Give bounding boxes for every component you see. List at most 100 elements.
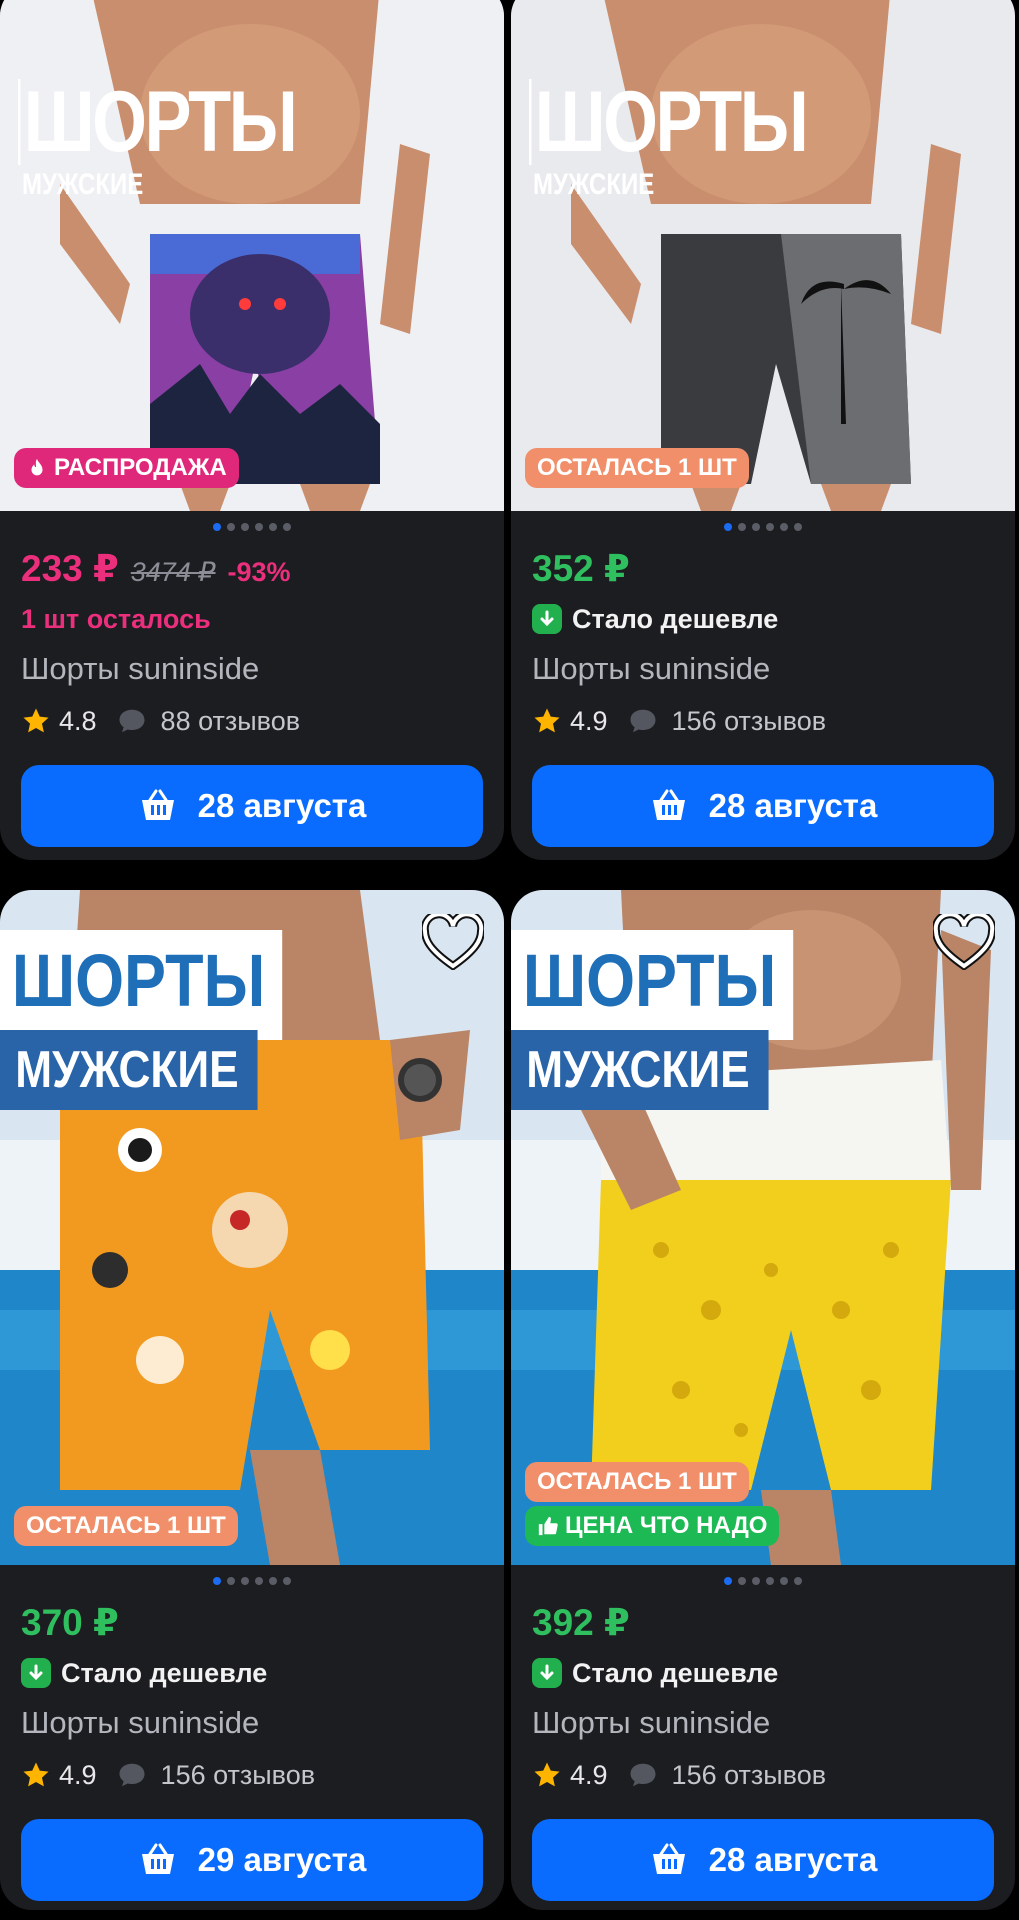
pagination-dot[interactable] (213, 1577, 221, 1585)
photo-pagination[interactable] (0, 523, 504, 533)
delivery-date: 29 августа (197, 1841, 367, 1878)
rating-row: 4.9 156 отзывов (21, 1757, 483, 1793)
pagination-dot[interactable] (269, 1577, 277, 1585)
product-card[interactable]: ШОРТЫ МУЖСКИЕ ОСТАЛАСЬ 1 ШТ ЦЕНА ЧТО НАД… (511, 890, 1015, 1910)
stock-badge: ОСТАЛАСЬ 1 ШТ (525, 1462, 749, 1502)
heart-icon[interactable] (933, 914, 995, 970)
reviews-count: 88 отзывов (160, 705, 301, 736)
good-price-badge: ЦЕНА ЧТО НАДО (525, 1506, 780, 1546)
pagination-dot[interactable] (766, 1577, 774, 1585)
reviews-count: 156 отзывов (160, 1759, 316, 1790)
fire-icon (31, 458, 43, 476)
pagination-dot[interactable] (269, 523, 277, 531)
price: 233 ₽ (21, 548, 119, 589)
delivery-date: 28 августа (708, 787, 878, 824)
price-drop-status: Стало дешевле (532, 1655, 994, 1691)
pagination-dot[interactable] (227, 1577, 235, 1585)
overlay-title: ШОРТЫ (511, 930, 794, 1040)
rating-value: 4.9 (59, 1759, 97, 1790)
product-name[interactable]: Шорты suninside (532, 1705, 994, 1745)
rating-row: 4.9 156 отзывов (532, 703, 994, 739)
pagination-dot[interactable] (283, 523, 291, 531)
arrow-down-icon (532, 604, 562, 634)
pagination-dot[interactable] (213, 523, 221, 531)
price: 352 ₽ (532, 548, 630, 589)
price-drop-status: Стало дешевле (532, 601, 994, 637)
badge-label: ОСТАЛАСЬ 1 ШТ (537, 454, 737, 481)
add-to-cart-button[interactable]: 28 августа (532, 765, 994, 847)
product-photo[interactable]: ШОРТЫ МУЖСКИЕ РАСПРОДАЖА (0, 0, 504, 511)
product-card[interactable]: ШОРТЫ МУЖСКИЕ ОСТАЛАСЬ 1 ШТ 352 ₽ Стало … (511, 0, 1015, 860)
pagination-dot[interactable] (794, 523, 802, 531)
overlay-subtitle: МУЖСКИЕ (533, 168, 655, 201)
pagination-dot[interactable] (766, 523, 774, 531)
pagination-dot[interactable] (255, 523, 263, 531)
pagination-dot[interactable] (255, 1577, 263, 1585)
status-label: Стало дешевле (572, 603, 779, 634)
chat-bubble-icon (630, 1763, 656, 1787)
product-name[interactable]: Шорты suninside (21, 651, 483, 691)
add-to-cart-button[interactable]: 28 августа (532, 1819, 994, 1901)
product-photo[interactable]: ШОРТЫ МУЖСКИЕ ОСТАЛАСЬ 1 ШТ ЦЕНА ЧТО НАД… (511, 890, 1015, 1565)
pagination-dot[interactable] (283, 1577, 291, 1585)
overlay-subtitle: МУЖСКИЕ (511, 1030, 769, 1110)
overlay-title: ШОРТЫ (0, 930, 283, 1040)
pagination-dot[interactable] (752, 1577, 760, 1585)
pagination-dot[interactable] (724, 1577, 732, 1585)
product-name[interactable]: Шорты suninside (21, 1705, 483, 1745)
product-card[interactable]: ШОРТЫ МУЖСКИЕ ОСТАЛАСЬ 1 ШТ 370 ₽ Стало … (0, 890, 504, 1910)
pagination-dot[interactable] (241, 523, 249, 531)
overlay-title: ШОРТЫ (18, 79, 298, 165)
basket-icon (141, 789, 174, 820)
photo-pagination[interactable] (511, 1577, 1015, 1587)
pagination-dot[interactable] (724, 523, 732, 531)
badge-label: ОСТАЛАСЬ 1 ШТ (26, 1512, 226, 1539)
reviews-count: 156 отзывов (671, 1759, 827, 1790)
old-price: 3474 ₽ (130, 557, 216, 587)
overlay-subtitle: МУЖСКИЕ (0, 1030, 258, 1110)
basket-icon (652, 1843, 685, 1874)
pagination-dot[interactable] (738, 523, 746, 531)
pagination-dot[interactable] (794, 1577, 802, 1585)
photo-pagination[interactable] (0, 1577, 504, 1587)
star-icon (534, 708, 560, 733)
reviews-count: 156 отзывов (671, 705, 827, 736)
price-drop-status: Стало дешевле (21, 1655, 483, 1691)
discount: -93% (227, 557, 291, 587)
star-icon (23, 1762, 49, 1787)
heart-icon[interactable] (422, 914, 484, 970)
rating-value: 4.9 (570, 1759, 608, 1790)
rating-row: 4.9 156 отзывов (532, 1757, 994, 1793)
photo-pagination[interactable] (511, 523, 1015, 533)
delivery-date: 28 августа (708, 1841, 878, 1878)
add-to-cart-button[interactable]: 28 августа (21, 765, 483, 847)
product-card[interactable]: ШОРТЫ МУЖСКИЕ РАСПРОДАЖА 233 ₽ 3474 ₽ -9… (0, 0, 504, 860)
star-icon (534, 1762, 560, 1787)
rating-value: 4.8 (59, 705, 97, 736)
pagination-dot[interactable] (780, 1577, 788, 1585)
chat-bubble-icon (119, 709, 145, 733)
pagination-dot[interactable] (227, 523, 235, 531)
rating-value: 4.9 (570, 705, 608, 736)
stock-status: 1 шт осталось (21, 603, 211, 634)
pagination-dot[interactable] (752, 523, 760, 531)
sale-badge: РАСПРОДАЖА (14, 448, 239, 488)
arrow-down-icon (532, 1658, 562, 1688)
basket-icon (141, 1843, 174, 1874)
add-to-cart-button[interactable]: 29 августа (21, 1819, 483, 1901)
product-name[interactable]: Шорты suninside (532, 651, 994, 691)
delivery-date: 28 августа (197, 787, 367, 824)
pagination-dot[interactable] (241, 1577, 249, 1585)
product-photo[interactable]: ШОРТЫ МУЖСКИЕ ОСТАЛАСЬ 1 ШТ (0, 890, 504, 1565)
pagination-dot[interactable] (780, 523, 788, 531)
stock-badge: ОСТАЛАСЬ 1 ШТ (14, 1506, 238, 1546)
rating-row: 4.8 88 отзывов (21, 703, 483, 739)
badge-label: ОСТАЛАСЬ 1 ШТ (537, 1468, 737, 1495)
badge-label: ЦЕНА ЧТО НАДО (565, 1512, 768, 1539)
price: 370 ₽ (21, 1602, 119, 1643)
product-photo[interactable]: ШОРТЫ МУЖСКИЕ ОСТАЛАСЬ 1 ШТ (511, 0, 1015, 511)
stock-badge: ОСТАЛАСЬ 1 ШТ (525, 448, 749, 488)
chat-bubble-icon (630, 709, 656, 733)
pagination-dot[interactable] (738, 1577, 746, 1585)
star-icon (23, 708, 49, 733)
